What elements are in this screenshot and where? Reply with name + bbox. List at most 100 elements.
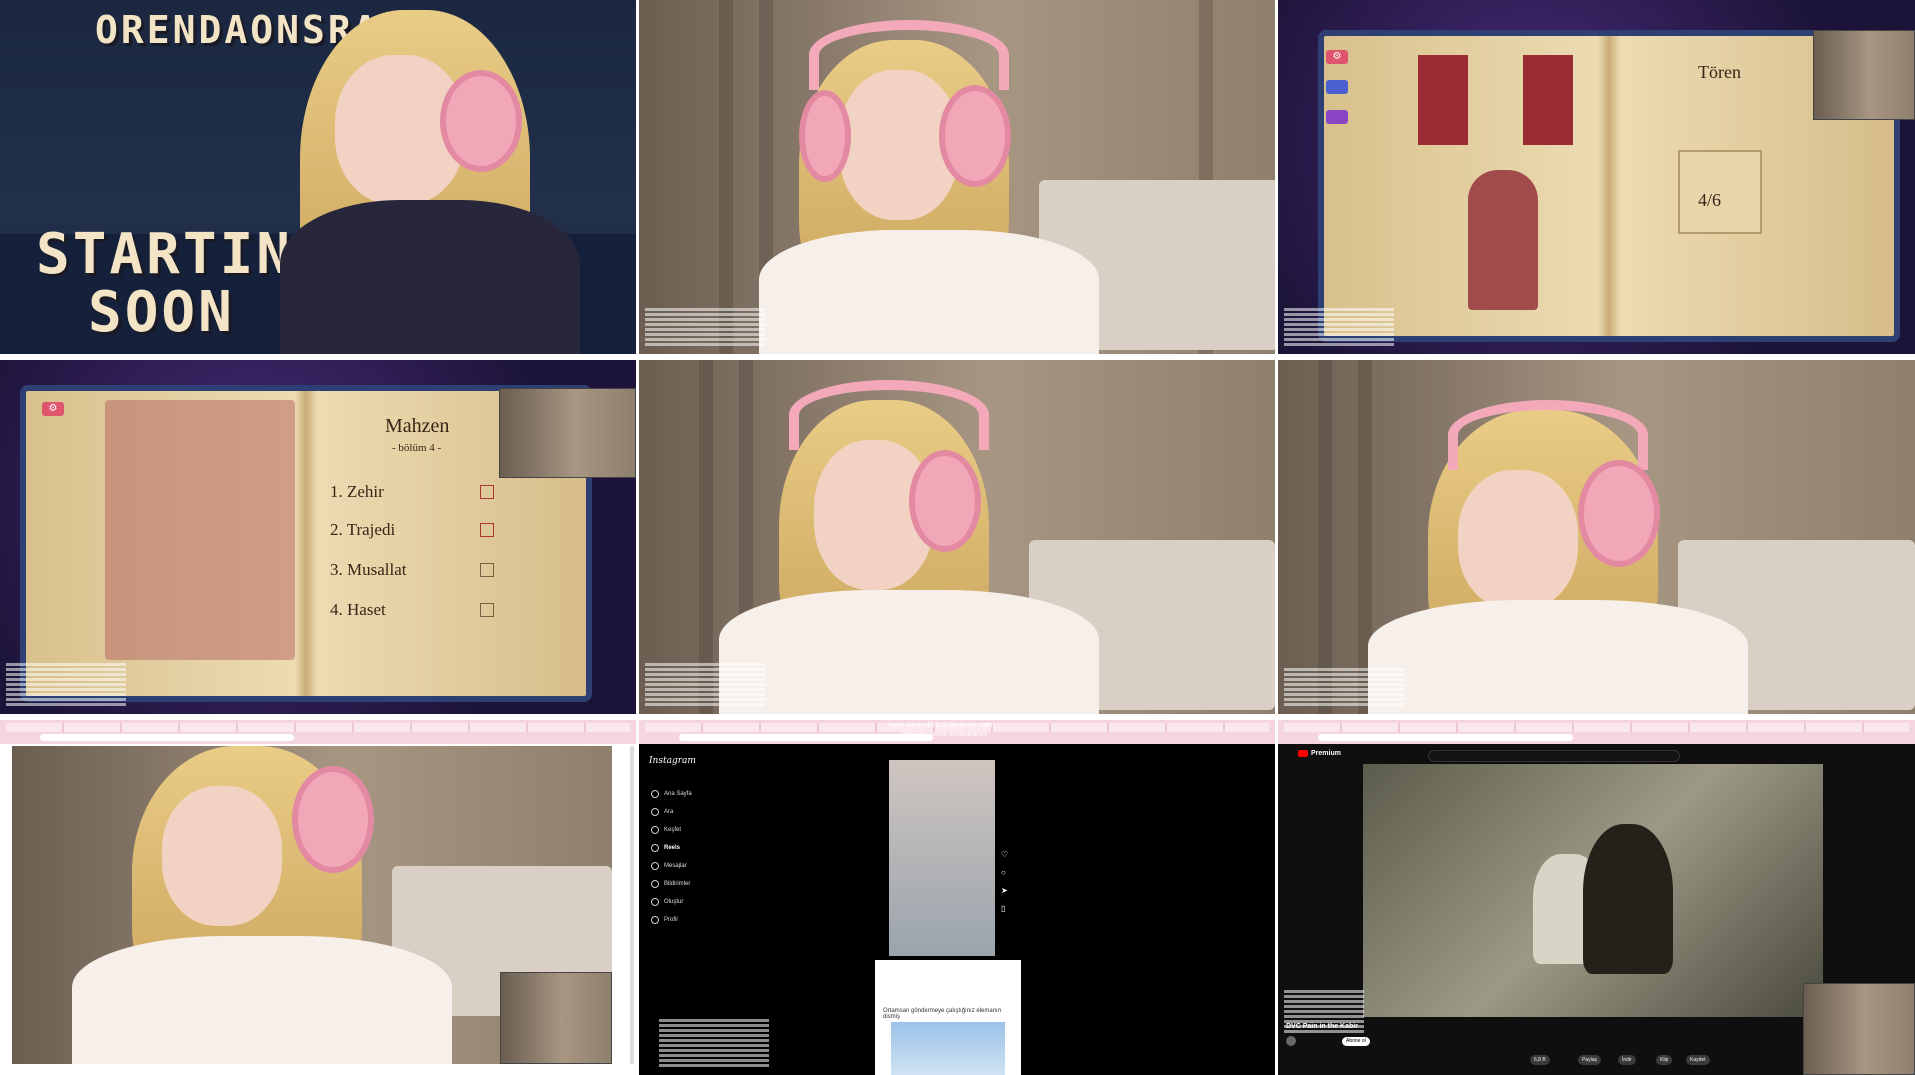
streamer-top [719, 590, 1099, 714]
clip-button[interactable]: Klip [1656, 1055, 1673, 1065]
streamer-top [72, 936, 452, 1064]
streamer-top [1368, 600, 1748, 714]
instagram-tile: Instagram Ana Sayfa Ara Keşfet Reels Mes… [639, 720, 1275, 1075]
webcam-tile-2 [639, 360, 1275, 714]
checkbox-2[interactable] [480, 523, 494, 537]
headphones-icon [799, 90, 851, 182]
streamer-face [1458, 470, 1578, 610]
level-item-2[interactable]: 2. Trajedi [330, 520, 395, 540]
cellar-illustration [105, 400, 295, 660]
reel-video[interactable] [889, 760, 995, 956]
avatar [651, 916, 659, 924]
curtain [719, 0, 733, 354]
video-player[interactable] [1363, 764, 1823, 1017]
instagram-logo[interactable]: Instagram [649, 756, 696, 766]
share-button[interactable]: Paylaş [1578, 1055, 1602, 1065]
youtube-logo[interactable]: Premium [1298, 750, 1341, 757]
figure-in-black [1583, 824, 1673, 974]
gear-icon[interactable]: ⚙ [42, 402, 64, 416]
chapter-subtitle: - bölüm 4 - [392, 442, 442, 454]
channel-avatar[interactable] [1286, 1036, 1296, 1046]
search-icon [651, 808, 659, 816]
nav-profile[interactable]: Profil [651, 916, 678, 924]
sky-image [891, 1022, 1005, 1075]
headphones-icon [440, 70, 522, 172]
tower-illustration [1468, 170, 1538, 310]
like-button[interactable]: 6,8 B [1530, 1055, 1550, 1065]
page-title: Tören [1698, 62, 1741, 82]
red-banner [1418, 55, 1468, 145]
nav-home[interactable]: Ana Sayfa [651, 790, 692, 798]
download-button[interactable]: İndir [1618, 1055, 1636, 1065]
chapter-counter: 4/6 [1698, 190, 1722, 210]
save-icon[interactable]: ▯ [1001, 904, 1005, 913]
share-icon[interactable]: ➤ [1001, 886, 1008, 895]
save-button[interactable]: Kaydet [1686, 1055, 1710, 1065]
reel-caption-2: dedikten sonra anlattıklarım [901, 731, 987, 738]
reels-icon [651, 844, 659, 852]
game-tile-toren: Tören 4/6 ⚙ [1278, 0, 1915, 354]
webcam-capture [12, 746, 612, 1064]
streamer-top [759, 230, 1099, 354]
chapter-title: Mahzen [385, 415, 450, 437]
nav-search[interactable]: Ara [651, 808, 673, 816]
youtube-tile: Premium DVC Pain in the Kabir Abone ol 6… [1278, 720, 1915, 1075]
nav-create[interactable]: Oluştur [651, 898, 683, 906]
home-icon [651, 790, 659, 798]
level-item-4[interactable]: 4. Haset [330, 600, 386, 620]
nav-notifications[interactable]: Bildirimler [651, 880, 690, 888]
comment-icon[interactable]: ○ [1001, 868, 1006, 877]
starting-soon-tile: ORENDAONSRA STARTING SOON [0, 0, 636, 354]
level-item-1[interactable]: 1. Zehir [330, 482, 384, 502]
messenger-icon [651, 862, 659, 870]
nav-explore[interactable]: Keşfet [651, 826, 681, 834]
browser-toolbar[interactable] [0, 720, 636, 744]
reel-text: Ortamsan göndermeye çalıştığınız elemanı… [883, 1008, 1002, 1020]
chat-overlay [1284, 306, 1394, 348]
nav-messages[interactable]: Mesajlar [651, 862, 687, 870]
headphone-band [789, 380, 989, 450]
hoodie [280, 200, 580, 354]
webcam-inset [1803, 983, 1915, 1075]
soon-text: SOON [88, 280, 235, 345]
chat-overlay [645, 661, 765, 708]
game-tile-mahzen: Mahzen - bölüm 4 - 1. Zehir 2. Trajedi 3… [0, 360, 636, 714]
heart-icon [651, 880, 659, 888]
play-icon [1298, 750, 1308, 757]
red-banner [1523, 55, 1573, 145]
chat-overlay [6, 661, 126, 708]
headphones-icon [939, 85, 1011, 187]
headphones-icon [909, 450, 981, 552]
headphones-icon [292, 766, 374, 873]
scrollbar[interactable] [630, 746, 634, 1064]
checkbox-1[interactable] [480, 485, 494, 499]
browser-toolbar[interactable] [1278, 720, 1915, 744]
share-icon[interactable] [1326, 110, 1348, 124]
headphones-icon [1578, 460, 1660, 567]
streamer-face [162, 786, 282, 926]
like-icon[interactable]: ♡ [1001, 850, 1008, 859]
subscribe-button[interactable]: Abone ol [1342, 1037, 1370, 1046]
curtain [1318, 360, 1332, 714]
checkbox-3[interactable] [480, 563, 494, 577]
compass-icon [651, 826, 659, 834]
webcam-inset [500, 972, 612, 1064]
chat-overlay [645, 306, 765, 348]
gear-icon[interactable]: ⚙ [1326, 50, 1348, 64]
reel-caption-1: hayır kanka 6YZ değerim iyi zaten [889, 722, 995, 729]
map-icon[interactable] [1326, 80, 1348, 94]
search-input[interactable] [1428, 750, 1680, 762]
stream-collage: ORENDAONSRA STARTING SOON Tören 4/6 ⚙ Ma… [0, 0, 1915, 1075]
chat-overlay [659, 1017, 769, 1069]
chat-overlay [1284, 666, 1404, 708]
webcam-tile-3 [1278, 360, 1915, 714]
plus-icon [651, 898, 659, 906]
headphone-band [809, 20, 1009, 90]
browser-webcam-tile [0, 720, 636, 1075]
chat-overlay [1284, 988, 1364, 1035]
level-item-3[interactable]: 3. Musallat [330, 560, 407, 580]
checkbox-4[interactable] [480, 603, 494, 617]
webcam-inset [1813, 30, 1915, 120]
next-reel[interactable]: Ortamsan göndermeye çalıştığınız elemanı… [875, 960, 1021, 1075]
nav-reels[interactable]: Reels [651, 844, 680, 852]
